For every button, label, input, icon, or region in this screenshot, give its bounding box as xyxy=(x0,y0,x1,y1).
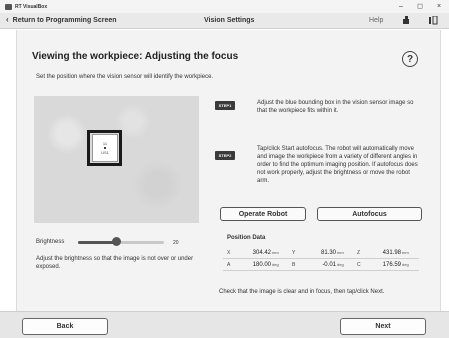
minimize-icon[interactable]: – xyxy=(397,2,405,11)
return-button[interactable]: ‹ Return to Programming Screen xyxy=(6,16,117,24)
brightness-slider-fill xyxy=(78,241,117,244)
position-cell: C 176.59 deg xyxy=(353,262,418,268)
workpiece-mark xyxy=(104,147,106,149)
brightness-help: Adjust the brightness so that the image … xyxy=(36,256,194,270)
next-button[interactable]: Next xyxy=(340,318,426,335)
position-axis: Z xyxy=(357,249,361,256)
return-label: Return to Programming Screen xyxy=(12,16,117,24)
position-data-title: Position Data xyxy=(227,235,266,241)
position-axis: C xyxy=(357,261,361,268)
chevron-left-icon: ‹ xyxy=(6,15,9,24)
step2-badge: STEP2 xyxy=(215,151,235,160)
window-titlebar: RT VisualBox – ◻ × xyxy=(0,0,449,13)
position-value: 304.42 xyxy=(252,249,271,256)
position-value: 81.30 xyxy=(320,249,336,256)
app-icon xyxy=(5,3,12,10)
position-cell: X 304.42 mm xyxy=(223,250,288,256)
position-axis: X xyxy=(227,249,231,256)
help-circle-icon[interactable]: ? xyxy=(402,51,418,67)
help-link[interactable]: Help xyxy=(369,17,383,24)
position-unit: mm xyxy=(337,249,344,255)
position-unit: deg xyxy=(402,261,409,267)
robot-icon[interactable] xyxy=(402,16,411,27)
workpiece-label-2: US1 xyxy=(101,150,109,155)
position-row: X 304.42 mm Y 81.30 mm Z 431.98 mm xyxy=(223,247,419,259)
vision-sensor-image[interactable]: 11 US1 xyxy=(34,96,199,223)
page-title: Viewing the workpiece: Adjusting the foc… xyxy=(32,51,239,62)
position-data-table: X 304.42 mm Y 81.30 mm Z 431.98 mm A 180… xyxy=(223,247,419,271)
position-unit: mm xyxy=(402,249,409,255)
position-value: 176.59 xyxy=(382,261,401,268)
brightness-value: 20 xyxy=(173,240,179,246)
brightness-label: Brightness xyxy=(36,239,65,245)
position-value: 180.00 xyxy=(252,261,271,268)
autofocus-button[interactable]: Autofocus xyxy=(317,207,422,221)
close-icon[interactable]: × xyxy=(435,2,443,11)
position-row: A 180.00 deg B -0.01 deg C 176.59 deg xyxy=(223,259,419,271)
position-value: -0.01 xyxy=(322,261,336,268)
position-unit: mm xyxy=(272,249,279,255)
position-axis: Y xyxy=(292,249,296,256)
position-unit: deg xyxy=(272,261,279,267)
screen-title: Vision Settings xyxy=(204,17,255,24)
workpiece-label-1: 11 xyxy=(102,141,108,146)
step1-badge: STEP1 xyxy=(215,101,235,110)
position-value: 431.98 xyxy=(382,249,401,256)
menu-icon[interactable] xyxy=(429,15,438,27)
position-axis: A xyxy=(227,261,231,268)
instruction-text: Set the position where the vision sensor… xyxy=(36,74,214,80)
operate-robot-button[interactable]: Operate Robot xyxy=(220,207,306,221)
check-focus-text: Check that the image is clear and in foc… xyxy=(219,289,385,295)
step2-text: Tap/click Start autofocus. The robot wil… xyxy=(257,146,418,184)
position-cell: Z 431.98 mm xyxy=(353,250,418,256)
position-cell: A 180.00 deg xyxy=(223,262,288,268)
position-cell: Y 81.30 mm xyxy=(288,250,353,256)
window-controls: – ◻ × xyxy=(397,2,443,11)
back-button[interactable]: Back xyxy=(22,318,108,335)
position-cell: B -0.01 deg xyxy=(288,262,353,268)
step1-text: Adjust the blue bounding box in the visi… xyxy=(257,100,414,114)
maximize-icon[interactable]: ◻ xyxy=(416,2,424,11)
app-title: RT VisualBox xyxy=(15,3,48,10)
position-unit: deg xyxy=(337,261,344,267)
position-axis: B xyxy=(292,261,296,268)
navigation-bar: ‹ Return to Programming Screen Vision Se… xyxy=(0,13,449,29)
workpiece: 11 US1 xyxy=(92,134,118,162)
